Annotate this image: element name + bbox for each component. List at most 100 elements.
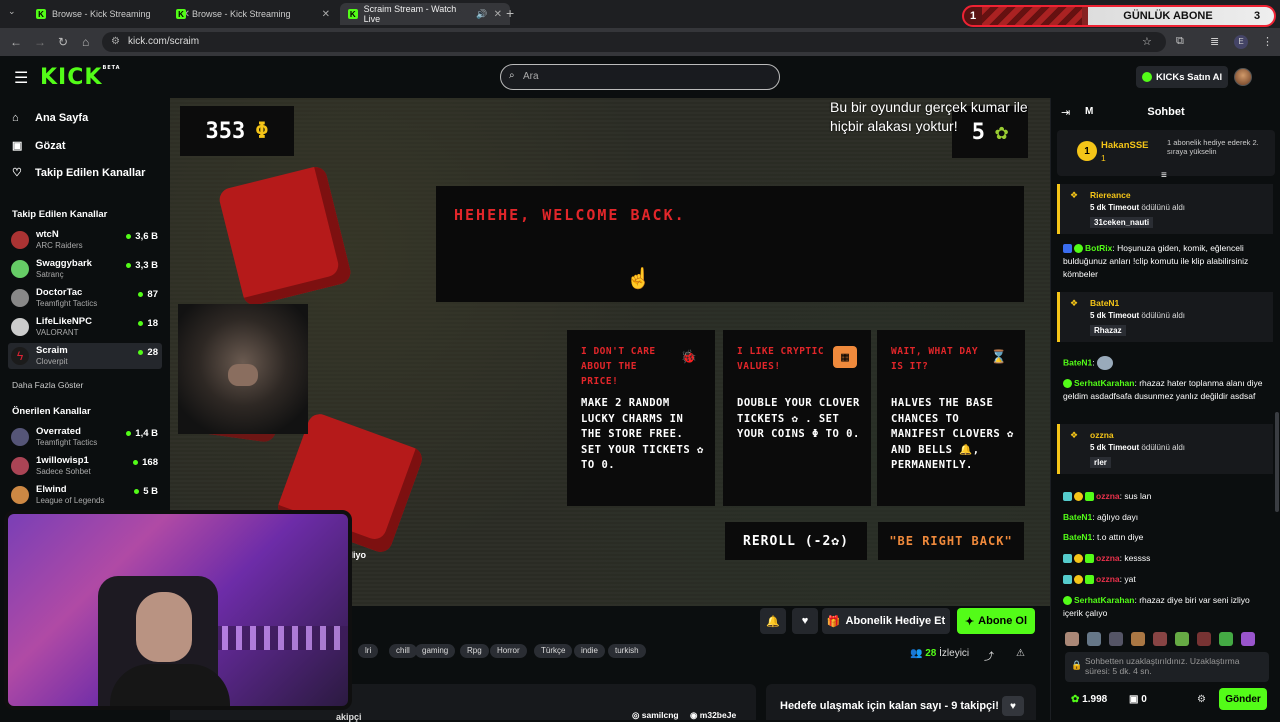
expand-leaderboard-icon[interactable]: ≡ — [1161, 170, 1167, 181]
emote-icon[interactable] — [1219, 632, 1233, 646]
choice-card-1[interactable]: I DON'T CARE ABOUT THE PRICE! 🐞 MAKE 2 R… — [567, 330, 715, 506]
subscribe-button[interactable]: ✦ Abone Ol — [957, 608, 1035, 634]
tag[interactable]: indie — [574, 644, 605, 658]
emote-icon[interactable] — [1241, 632, 1255, 646]
chat-username[interactable]: BateN1 — [1063, 512, 1092, 522]
choice-card-2[interactable]: I LIKE CRYPTIC VALUES! ▦ DOUBLE YOUR CLO… — [723, 330, 871, 506]
home-icon[interactable]: ⌂ — [82, 35, 89, 49]
tag[interactable]: chill — [389, 644, 417, 658]
reward-user[interactable]: ozzna — [1090, 430, 1114, 440]
reward-user[interactable]: BateN1 — [1090, 298, 1119, 308]
lock-icon: 🔒 — [1071, 660, 1083, 670]
bookmark-star-icon[interactable]: ☆ — [1142, 35, 1152, 48]
emote-icon[interactable] — [1065, 632, 1079, 646]
kicks-coin-icon — [1142, 72, 1152, 82]
kick-favicon-icon: K — [176, 9, 186, 19]
gift-subscription-button[interactable]: 🎁 Abonelik Hediye Et — [822, 608, 950, 634]
show-more-link[interactable]: Daha Fazla Göster — [12, 380, 83, 390]
chat-username[interactable]: ozzna — [1096, 491, 1120, 501]
browser-tab-3-active[interactable]: K Scraim Stream - Watch Live 🔊 ✕ — [340, 3, 510, 25]
extensions-icon[interactable]: ⧉ — [1176, 35, 1184, 48]
sidebar-link-home[interactable]: ⌂ Ana Sayfa — [12, 112, 88, 124]
followed-channels-heading: Takip Edilen Kanallar — [12, 209, 108, 220]
channel-item-doctortac[interactable]: DoctorTac Teamfight Tactics 87 — [8, 285, 162, 311]
reward-icon: ❖ — [1070, 430, 1079, 440]
emote-icon[interactable] — [1175, 632, 1189, 646]
emote-icon[interactable] — [1109, 632, 1123, 646]
emote-icon[interactable] — [1153, 632, 1167, 646]
tab-list-icon[interactable]: ⌄ — [8, 6, 16, 17]
reward-user[interactable]: Riereance — [1090, 190, 1131, 200]
forward-icon[interactable]: → — [34, 35, 46, 49]
chat-username[interactable]: SerhatKarahan — [1074, 378, 1134, 388]
hamburger-menu-icon[interactable]: ☰ — [14, 68, 28, 88]
channel-name: Overrated — [36, 426, 81, 437]
channel-item-wtcn[interactable]: wtcN ARC Raiders 3,6 B — [8, 227, 162, 253]
be-right-back-button[interactable]: "BE RIGHT BACK" — [878, 522, 1024, 560]
viewers-number: 28 — [925, 648, 937, 659]
channel-item-elwind[interactable]: Elwind League of Legends 5 B — [8, 482, 162, 508]
reward-icon: ❖ — [1070, 190, 1079, 200]
search-input[interactable]: ⌕ Ara — [500, 64, 780, 90]
buy-kicks-button[interactable]: KICKs Satın Al — [1136, 66, 1228, 88]
reward-redemption: ❖ ozzna 5 dk Timeout ödülünü aldı rler — [1057, 424, 1273, 474]
chat-username[interactable]: BateN1 — [1063, 532, 1092, 542]
follow-heart-button[interactable]: ♥ — [792, 608, 818, 634]
new-tab-button[interactable]: + — [506, 5, 514, 21]
chat-username[interactable]: BateN1 — [1063, 357, 1092, 367]
follow-heart-icon[interactable]: ♥ — [1002, 696, 1024, 716]
chat-username[interactable]: SerhatKarahan — [1074, 595, 1134, 605]
site-info-icon[interactable]: ⚙ — [111, 36, 120, 47]
collapse-chat-icon[interactable]: ⇥ — [1061, 106, 1070, 119]
send-button[interactable]: Gönder — [1219, 688, 1267, 710]
discord-link[interactable]: ◉ m32beJe — [690, 710, 736, 721]
audio-playing-icon[interactable]: 🔊 — [476, 9, 487, 20]
chat-settings-icon[interactable]: ⚙ — [1197, 694, 1206, 705]
emote-icon[interactable] — [1131, 632, 1145, 646]
channel-item-overrated[interactable]: Overrated Teamfight Tactics 1,4 B — [8, 424, 162, 450]
chat-username[interactable]: ozzna — [1096, 574, 1120, 584]
channel-item-swaggybark[interactable]: Swaggybark Satranç 3,3 B — [8, 256, 162, 282]
social-handle: samilcng — [641, 710, 679, 720]
user-avatar[interactable] — [1234, 68, 1252, 86]
tag[interactable]: Rpg — [460, 644, 489, 658]
url-bar[interactable]: ⚙ kick.com/scraim — [102, 32, 1166, 52]
close-tab-icon[interactable]: ✕ — [494, 9, 502, 20]
kick-logo[interactable]: KICKBETA — [40, 65, 121, 90]
tag[interactable]: turkish — [608, 644, 646, 658]
channel-item-1willowisp1[interactable]: 1willowisp1 Sadece Sohbet 168 — [8, 453, 162, 479]
channel-item-scraim[interactable]: ϟ Scraim Cloverpit 28 — [8, 343, 162, 369]
emote-icon[interactable] — [1197, 632, 1211, 646]
chat-username[interactable]: ozzna — [1096, 553, 1120, 563]
channel-item-lifelikenpc[interactable]: LifeLikeNPC VALORANT 18 — [8, 314, 162, 340]
chat-input-disabled[interactable]: 🔒 Sohbetten uzaklaştırıldınız. Uzaklaştı… — [1065, 652, 1269, 682]
share-icon[interactable]: ⤴ — [984, 648, 994, 663]
profile-avatar-icon[interactable]: E — [1234, 35, 1248, 49]
kicks-balance[interactable]: ▣ 0 — [1129, 694, 1147, 705]
reward-suffix: ödülünü aldı — [1139, 203, 1186, 212]
chat-scrollbar[interactable] — [1275, 412, 1279, 512]
chat-username[interactable]: BotRix — [1085, 243, 1112, 253]
report-warning-icon[interactable]: ⚠ — [1016, 648, 1025, 659]
browser-tab-2[interactable]: K Browse - Kick Streaming ✕ — [168, 3, 338, 25]
chat-mode-label[interactable]: M — [1085, 106, 1093, 117]
reward-suffix: ödülünü aldı — [1139, 443, 1186, 452]
browser-menu-icon[interactable]: ⋮ — [1262, 35, 1273, 48]
reroll-button[interactable]: REROLL (-2✿) — [725, 522, 867, 560]
notification-bell-button[interactable]: 🔔 — [760, 608, 786, 634]
tag[interactable]: gaming — [415, 644, 456, 658]
tag[interactable]: Türkçe — [534, 644, 573, 658]
choice-card-3[interactable]: WAIT, WHAT DAY IS IT? ⌛ HALVES THE BASE … — [877, 330, 1025, 506]
sidebar-link-following[interactable]: ♡ Takip Edilen Kanallar — [12, 166, 145, 180]
sidebar-link-browse[interactable]: ▣ Gözat — [12, 139, 66, 153]
reload-icon[interactable]: ↻ — [58, 35, 68, 49]
channel-points[interactable]: ✿ 1.998 — [1071, 694, 1107, 705]
close-tab-icon[interactable]: ✕ — [322, 9, 330, 20]
tag[interactable]: lri — [358, 644, 379, 658]
back-icon[interactable]: ← — [10, 35, 22, 49]
gift-box-icon: ▣ — [1129, 694, 1139, 705]
emote-icon[interactable] — [1087, 632, 1101, 646]
tag[interactable]: Horror — [490, 644, 527, 658]
reading-list-icon[interactable]: ≣ — [1210, 35, 1219, 48]
instagram-link[interactable]: ◎ samilcng — [632, 710, 679, 721]
